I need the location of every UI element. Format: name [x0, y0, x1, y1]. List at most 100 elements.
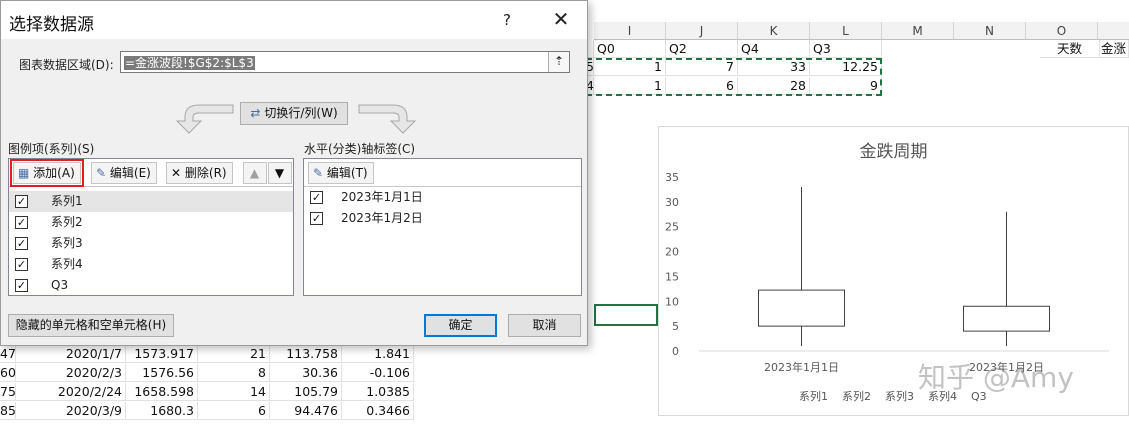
series-item-label: Q3: [51, 278, 69, 292]
checkbox[interactable]: ✓: [15, 195, 28, 208]
column-header-p[interactable]: [1098, 22, 1129, 40]
axis-toolbar: ✎ 编辑(T): [304, 159, 581, 187]
cell-o-header[interactable]: 天数: [1040, 40, 1100, 58]
cancel-button[interactable]: 取消: [508, 314, 581, 337]
y-tick-label: 30: [665, 196, 679, 209]
cell[interactable]: 0.3466: [342, 402, 414, 420]
edit-label: 编辑(E): [109, 166, 151, 180]
y-tick-label: 0: [672, 345, 679, 358]
cell[interactable]: 1576.56: [126, 364, 198, 382]
cell[interactable]: 14: [198, 383, 270, 401]
cell[interactable]: 47: [0, 345, 16, 363]
cell-p-header[interactable]: 金涨: [1098, 40, 1129, 58]
cell[interactable]: Q2: [666, 40, 738, 58]
cell[interactable]: Q4: [738, 40, 810, 58]
cell[interactable]: 113.758: [270, 345, 342, 363]
cell[interactable]: 2020/1/7: [16, 345, 126, 363]
series-item-label: 系列3: [51, 236, 83, 250]
select-data-source-dialog: 选择数据源 ? ✕ 图表数据区域(D): =金涨波段!$G$2:$L$3 ⇡ ⇄…: [0, 0, 588, 346]
cell[interactable]: 2020/2/24: [16, 383, 126, 401]
cell[interactable]: 1573.917: [126, 345, 198, 363]
range-value: =金涨波段!$G$2:$L$3: [124, 56, 255, 70]
category-item[interactable]: ✓ 2023年1月1日: [304, 187, 581, 208]
series-item-label: 系列4: [51, 257, 83, 271]
series-item-label: 系列2: [51, 215, 83, 229]
up-icon: ▲: [249, 166, 260, 180]
cell[interactable]: 8: [198, 364, 270, 382]
cell[interactable]: 85: [0, 402, 16, 420]
series-listbox[interactable]: ▦ 添加(A) ✎ 编辑(E) ✕ 删除(R) ▲ ▼ ✓ 系列1 ✓ 系列2 ✓ 系列3…: [8, 158, 294, 296]
box: [963, 305, 1050, 332]
y-tick-label: 20: [665, 246, 679, 259]
cell[interactable]: 1680.3: [126, 402, 198, 420]
y-tick-label: 10: [665, 295, 679, 308]
cell[interactable]: 2020/3/9: [16, 402, 126, 420]
cell[interactable]: 94.476: [270, 402, 342, 420]
cell[interactable]: Q3: [810, 40, 882, 58]
delete-label: 删除(R): [184, 166, 227, 180]
hidden-cells-button[interactable]: 隐藏的单元格和空单元格(H): [8, 314, 174, 337]
category-item-label: 2023年1月2日: [341, 211, 423, 225]
series-item[interactable]: ✓ 系列3: [9, 233, 293, 254]
move-down-button[interactable]: ▼: [268, 162, 292, 184]
series-item[interactable]: ✓ Q3: [9, 275, 293, 296]
selected-cell[interactable]: [594, 304, 658, 326]
edit-axis-icon: ✎: [313, 166, 324, 180]
ok-button[interactable]: 确定: [424, 314, 497, 337]
axis-listbox[interactable]: ✎ 编辑(T) ✓ 2023年1月1日 ✓ 2023年1月2日: [303, 158, 582, 296]
column-header-o[interactable]: O: [1026, 22, 1098, 40]
series-toolbar: ▦ 添加(A) ✎ 编辑(E) ✕ 删除(R) ▲ ▼: [9, 159, 293, 187]
range-input[interactable]: =金涨波段!$G$2:$L$3: [120, 51, 570, 73]
column-header-n[interactable]: N: [954, 22, 1026, 40]
category-item-label: 2023年1月1日: [341, 190, 423, 204]
checkbox[interactable]: ✓: [310, 191, 323, 204]
cell[interactable]: 75: [0, 383, 16, 401]
checkbox[interactable]: ✓: [15, 216, 28, 229]
cell[interactable]: 30.36: [270, 364, 342, 382]
box: [758, 289, 845, 327]
cell[interactable]: -0.106: [342, 364, 414, 382]
checkbox[interactable]: ✓: [310, 212, 323, 225]
cell[interactable]: 2020/2/3: [16, 364, 126, 382]
cell[interactable]: 1658.598: [126, 383, 198, 401]
move-up-button[interactable]: ▲: [243, 162, 267, 184]
edit-axis-button[interactable]: ✎ 编辑(T): [308, 162, 374, 184]
column-header-l[interactable]: L: [810, 22, 882, 40]
add-label: 添加(A): [33, 166, 75, 180]
help-button[interactable]: ?: [497, 11, 517, 29]
cell[interactable]: 60: [0, 364, 16, 382]
cell[interactable]: Q0: [594, 40, 666, 58]
series-item[interactable]: ✓ 系列4: [9, 254, 293, 275]
collapse-range-button[interactable]: ⇡: [548, 52, 569, 72]
checkbox[interactable]: ✓: [15, 279, 28, 292]
y-tick-label: 25: [665, 221, 679, 234]
category-item[interactable]: ✓ 2023年1月2日: [304, 208, 581, 229]
delete-series-button[interactable]: ✕ 删除(R): [166, 162, 233, 184]
dialog-title: 选择数据源: [9, 15, 94, 35]
column-header-i[interactable]: I: [594, 22, 666, 40]
edit-icon: ✎: [96, 166, 107, 180]
cell[interactable]: 21: [198, 345, 270, 363]
column-header-m[interactable]: M: [882, 22, 954, 40]
cell[interactable]: 105.79: [270, 383, 342, 401]
checkbox[interactable]: ✓: [15, 258, 28, 271]
legend-item: 系列2: [842, 390, 871, 403]
column-header-j[interactable]: J: [666, 22, 738, 40]
cell[interactable]: 6: [198, 402, 270, 420]
axis-label: 水平(分类)轴标签(C): [304, 142, 416, 156]
add-series-button[interactable]: ▦ 添加(A): [10, 159, 84, 187]
dialog-titlebar: 选择数据源 ? ✕: [1, 1, 587, 39]
switch-row-column-button[interactable]: ⇄ 切换行/列(W): [240, 102, 348, 125]
y-tick-label: 15: [665, 270, 679, 283]
series-item[interactable]: ✓ 系列1: [9, 191, 293, 212]
cell[interactable]: 1.841: [342, 345, 414, 363]
series-item[interactable]: ✓ 系列2: [9, 212, 293, 233]
column-header-k[interactable]: K: [738, 22, 810, 40]
checkbox[interactable]: ✓: [15, 237, 28, 250]
close-button[interactable]: ✕: [549, 7, 573, 31]
arrow-right-icon: [358, 104, 417, 134]
range-label: 图表数据区域(D):: [19, 58, 114, 72]
switch-icon: ⇄: [250, 106, 261, 120]
edit-series-button[interactable]: ✎ 编辑(E): [91, 162, 157, 184]
cell[interactable]: 1.0385: [342, 383, 414, 401]
